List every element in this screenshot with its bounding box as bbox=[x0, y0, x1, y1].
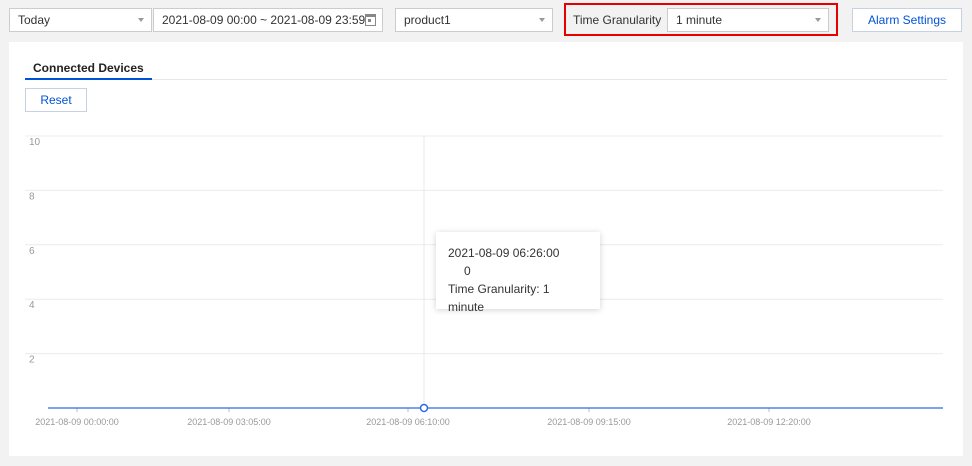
date-range-picker[interactable]: 2021-08-09 00:00 ~ 2021-08-09 23:59 bbox=[153, 8, 383, 32]
product-select-value: product1 bbox=[404, 13, 451, 27]
granularity-select-value: 1 minute bbox=[676, 13, 723, 27]
period-select[interactable]: Today bbox=[9, 8, 152, 32]
chevron-down-icon bbox=[539, 18, 545, 22]
chevron-down-icon bbox=[815, 18, 821, 22]
tab-bar: Connected Devices bbox=[25, 42, 947, 80]
tooltip-granularity: Time Granularity: 1 minute bbox=[448, 282, 550, 314]
reset-button[interactable]: Reset bbox=[25, 88, 87, 112]
tooltip-time: 2021-08-09 06:26:00 bbox=[448, 246, 560, 260]
tooltip-value: 0 bbox=[464, 264, 471, 278]
tab-connected-devices[interactable]: Connected Devices bbox=[25, 61, 152, 80]
date-range-value: 2021-08-09 00:00 ~ 2021-08-09 23:59 bbox=[162, 13, 366, 27]
alarm-settings-button[interactable]: Alarm Settings bbox=[852, 8, 962, 32]
granularity-select[interactable]: 1 minute bbox=[667, 8, 829, 32]
granularity-label: Time Granularity bbox=[573, 13, 662, 27]
chevron-down-icon bbox=[138, 18, 144, 22]
toolbar: Today 2021-08-09 00:00 ~ 2021-08-09 23:5… bbox=[0, 0, 972, 40]
calendar-icon bbox=[365, 14, 376, 26]
period-select-value: Today bbox=[18, 13, 51, 27]
chart-tooltip: 2021-08-09 06:26:00 0 Time Granularity: … bbox=[436, 232, 600, 314]
product-select[interactable]: product1 bbox=[395, 8, 553, 32]
